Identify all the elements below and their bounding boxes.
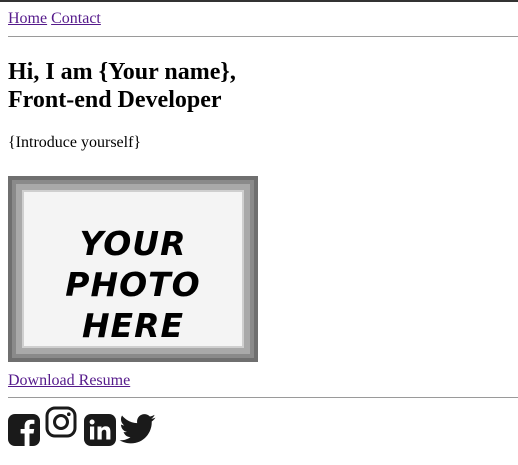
title-line-role: Front-end Developer bbox=[8, 87, 222, 113]
nav-home-link[interactable]: Home bbox=[8, 10, 47, 27]
facebook-link[interactable] bbox=[8, 414, 40, 446]
photo-placeholder-text: YOUR PHOTO HERE bbox=[65, 224, 201, 345]
instagram-icon bbox=[45, 406, 77, 438]
linkedin-icon bbox=[84, 414, 116, 446]
profile-photo-placeholder: YOUR PHOTO HERE bbox=[8, 176, 258, 362]
top-nav: Home Contact bbox=[8, 9, 518, 28]
footer-divider bbox=[8, 397, 518, 398]
top-border bbox=[0, 0, 518, 2]
page-content: Home Contact bbox=[8, 9, 518, 28]
intro-text: {Introduce yourself} bbox=[8, 134, 142, 151]
title-line-name: Hi, I am {Your name}, bbox=[8, 59, 236, 85]
linkedin-link[interactable] bbox=[84, 414, 116, 446]
instagram-link[interactable] bbox=[45, 406, 77, 438]
page-title: Hi, I am {Your name}, Front-end Developer bbox=[8, 58, 488, 114]
facebook-icon bbox=[8, 414, 40, 446]
nav-contact-link[interactable]: Contact bbox=[51, 10, 101, 27]
twitter-icon bbox=[119, 414, 156, 444]
download-resume-link[interactable]: Download Resume bbox=[8, 371, 130, 390]
nav-divider bbox=[8, 36, 518, 37]
twitter-link[interactable] bbox=[119, 414, 156, 444]
